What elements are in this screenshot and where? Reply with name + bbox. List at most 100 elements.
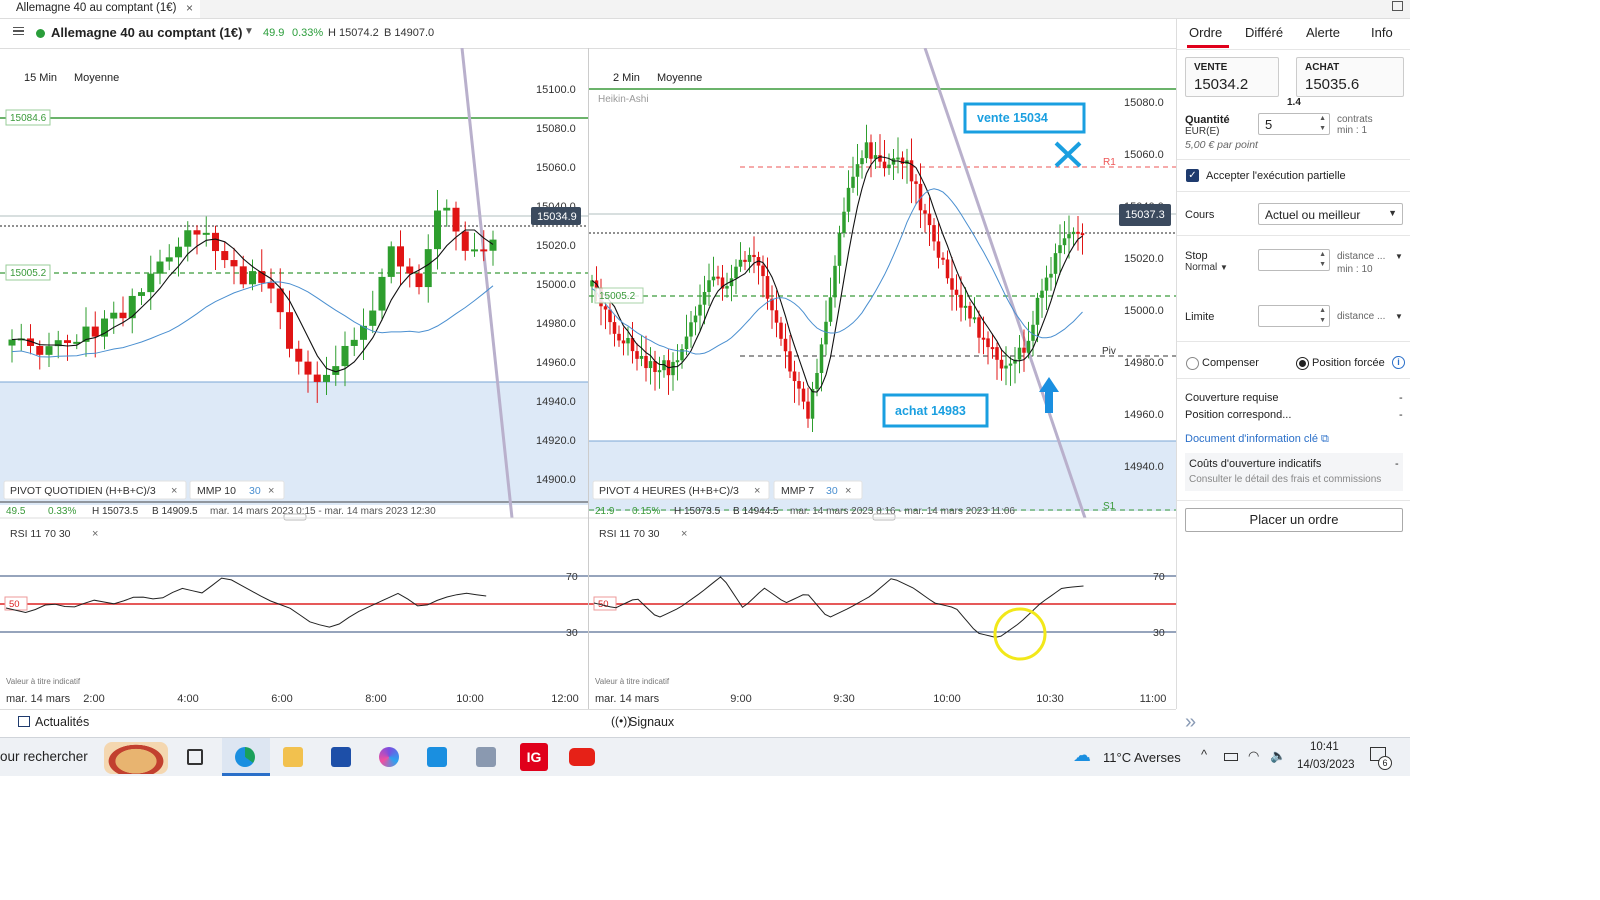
close-icon[interactable]: ×: [268, 485, 274, 497]
offset-radio[interactable]: [1186, 357, 1199, 370]
costs-details-link[interactable]: Consulter le détail des frais et commiss…: [1189, 474, 1381, 485]
edge-icon[interactable]: [235, 747, 255, 767]
stepper-arrows-icon[interactable]: ▲ ▼: [1319, 250, 1326, 270]
expand-panel-icon[interactable]: »: [1185, 711, 1196, 734]
signals-tab[interactable]: Signaux: [629, 715, 674, 729]
restore-window-icon[interactable]: [1392, 1, 1403, 11]
right-price-chart[interactable]: 2 Min Moyenne Heikin-Ashi 15080.0 15060.0…: [589, 48, 1176, 521]
stop-distance-label[interactable]: distance ...: [1337, 251, 1385, 262]
close-icon[interactable]: ×: [92, 528, 98, 540]
tab-ordre[interactable]: Ordre: [1189, 25, 1222, 40]
candle-body: [452, 207, 460, 232]
candle-body: [443, 207, 451, 211]
right-mmp-label: MMP 7: [781, 485, 814, 497]
candle-body: [1040, 290, 1044, 298]
left-timeframe[interactable]: 15 Min: [24, 72, 57, 84]
left-rsi-panel[interactable]: RSI 11 70 30 × 50 70 30 Valeur à titre i…: [0, 528, 588, 705]
place-order-button[interactable]: Placer un ordre: [1185, 508, 1403, 532]
rsi-highlight-circle: [993, 607, 1047, 661]
left-rsi-label: RSI 11 70 30: [10, 528, 71, 540]
notification-count: 6: [1378, 756, 1392, 770]
candle-body: [249, 271, 256, 285]
x-tick-label: 9:30: [833, 693, 854, 705]
chevron-up-icon[interactable]: ^: [1201, 747, 1207, 762]
stepper-arrows-icon[interactable]: ▲ ▼: [1319, 306, 1326, 326]
divider: [1177, 378, 1410, 379]
left-price-chart[interactable]: 15 Min Moyenne 15100.015080.015060.01504…: [0, 48, 588, 521]
x-tick-label: 2:00: [83, 693, 104, 705]
window-tab[interactable]: Allemagne 40 au comptant (1€): [0, 0, 200, 18]
close-icon[interactable]: ×: [754, 485, 760, 497]
stepper-arrows-icon[interactable]: ▲ ▼: [1319, 114, 1326, 134]
hamburger-menu-icon[interactable]: [13, 27, 24, 35]
stop-mode[interactable]: Normal ▼: [1185, 262, 1228, 273]
chevron-down-icon[interactable]: ▼: [1395, 312, 1403, 321]
clock-time[interactable]: 10:41: [1310, 741, 1339, 753]
header-high: H 15074.2: [328, 27, 379, 39]
clock-date[interactable]: 14/03/2023: [1297, 759, 1355, 771]
store-icon[interactable]: [331, 747, 351, 767]
buy-button[interactable]: ACHAT 15035.6: [1296, 57, 1404, 97]
taskbar-search[interactable]: our rechercher: [0, 749, 88, 764]
close-icon[interactable]: ×: [681, 528, 687, 540]
chevron-down-icon[interactable]: ▼: [1395, 252, 1403, 261]
candle-body: [936, 241, 941, 258]
right-rsi-70-tick: 70: [1153, 571, 1165, 583]
candle-body: [1053, 253, 1058, 274]
left-chart-style[interactable]: Moyenne: [74, 72, 119, 84]
candle-body: [221, 251, 229, 261]
folder-icon[interactable]: [283, 747, 303, 767]
stop-distance-input[interactable]: ▲ ▼: [1258, 249, 1330, 271]
right-chart-style[interactable]: Moyenne: [657, 72, 702, 84]
search-highlight-icon[interactable]: [104, 742, 168, 774]
limit-distance-input[interactable]: ▲ ▼: [1258, 305, 1330, 327]
weather-icon[interactable]: ☁: [1073, 745, 1091, 766]
candle-body: [810, 388, 815, 419]
tab-differe[interactable]: Différé: [1245, 25, 1283, 40]
close-icon[interactable]: ×: [171, 485, 177, 497]
copilot-icon[interactable]: [379, 747, 399, 767]
news-tab[interactable]: Actualités: [35, 715, 89, 729]
ig-app-icon[interactable]: IG: [520, 743, 548, 771]
tab-info[interactable]: Info: [1371, 25, 1393, 40]
right-price-tag: 15037.3: [1125, 209, 1165, 221]
calculator-icon[interactable]: [476, 747, 496, 767]
chevron-down-icon[interactable]: ▼: [1388, 208, 1397, 218]
candle-body: [914, 181, 918, 184]
divider: [1177, 191, 1410, 192]
tab-alerte[interactable]: Alerte: [1306, 25, 1340, 40]
instrument-name[interactable]: Allemagne 40 au comptant (1€): [51, 25, 242, 40]
candle-body: [295, 348, 303, 362]
kid-document-link[interactable]: Document d'information clé ⧉: [1185, 433, 1329, 446]
volume-icon[interactable]: 🔈: [1270, 748, 1286, 764]
wifi-icon[interactable]: ◠: [1248, 748, 1259, 764]
left-mmp-label: MMP 10: [197, 485, 236, 497]
candle-body: [1080, 233, 1085, 236]
left-pane-resize-handle[interactable]: [283, 513, 307, 521]
forced-position-radio[interactable]: [1296, 357, 1309, 370]
sell-price: 15034.2: [1194, 76, 1249, 93]
charts-area[interactable]: 15 Min Moyenne 15100.015080.015060.01504…: [0, 48, 1176, 709]
chevron-down-icon[interactable]: ▼: [244, 26, 254, 37]
close-icon[interactable]: ×: [186, 0, 193, 16]
price-mode-select[interactable]: Actuel ou meilleur ▼: [1258, 203, 1403, 225]
partial-exec-checkbox[interactable]: ✓: [1186, 169, 1199, 182]
task-view-icon[interactable]: [187, 749, 203, 765]
candle-body: [156, 261, 164, 274]
info-icon[interactable]: i: [1392, 356, 1405, 369]
weather-text[interactable]: 11°C Averses: [1103, 750, 1181, 765]
limit-distance-label[interactable]: distance ...: [1337, 311, 1385, 322]
sell-button[interactable]: VENTE 15034.2: [1185, 57, 1279, 97]
battery-icon[interactable]: [1224, 753, 1238, 761]
stop-label: Stop: [1185, 250, 1208, 262]
right-timeframe[interactable]: 2 Min: [613, 72, 640, 84]
quantity-stepper[interactable]: 5 ▲ ▼: [1258, 113, 1330, 135]
left-level-tag-mid: 15005.2: [10, 268, 47, 279]
close-icon[interactable]: ×: [845, 485, 851, 497]
right-pane-resize-handle[interactable]: [872, 513, 896, 521]
right-rsi-panel[interactable]: RSI 11 70 30 × 50 70 30 Valeur à titre i…: [589, 528, 1176, 705]
chevron-down-icon[interactable]: ▼: [1220, 263, 1228, 272]
news-icon[interactable]: [18, 716, 30, 727]
mail-icon[interactable]: [427, 747, 447, 767]
youtube-icon[interactable]: [569, 748, 595, 766]
